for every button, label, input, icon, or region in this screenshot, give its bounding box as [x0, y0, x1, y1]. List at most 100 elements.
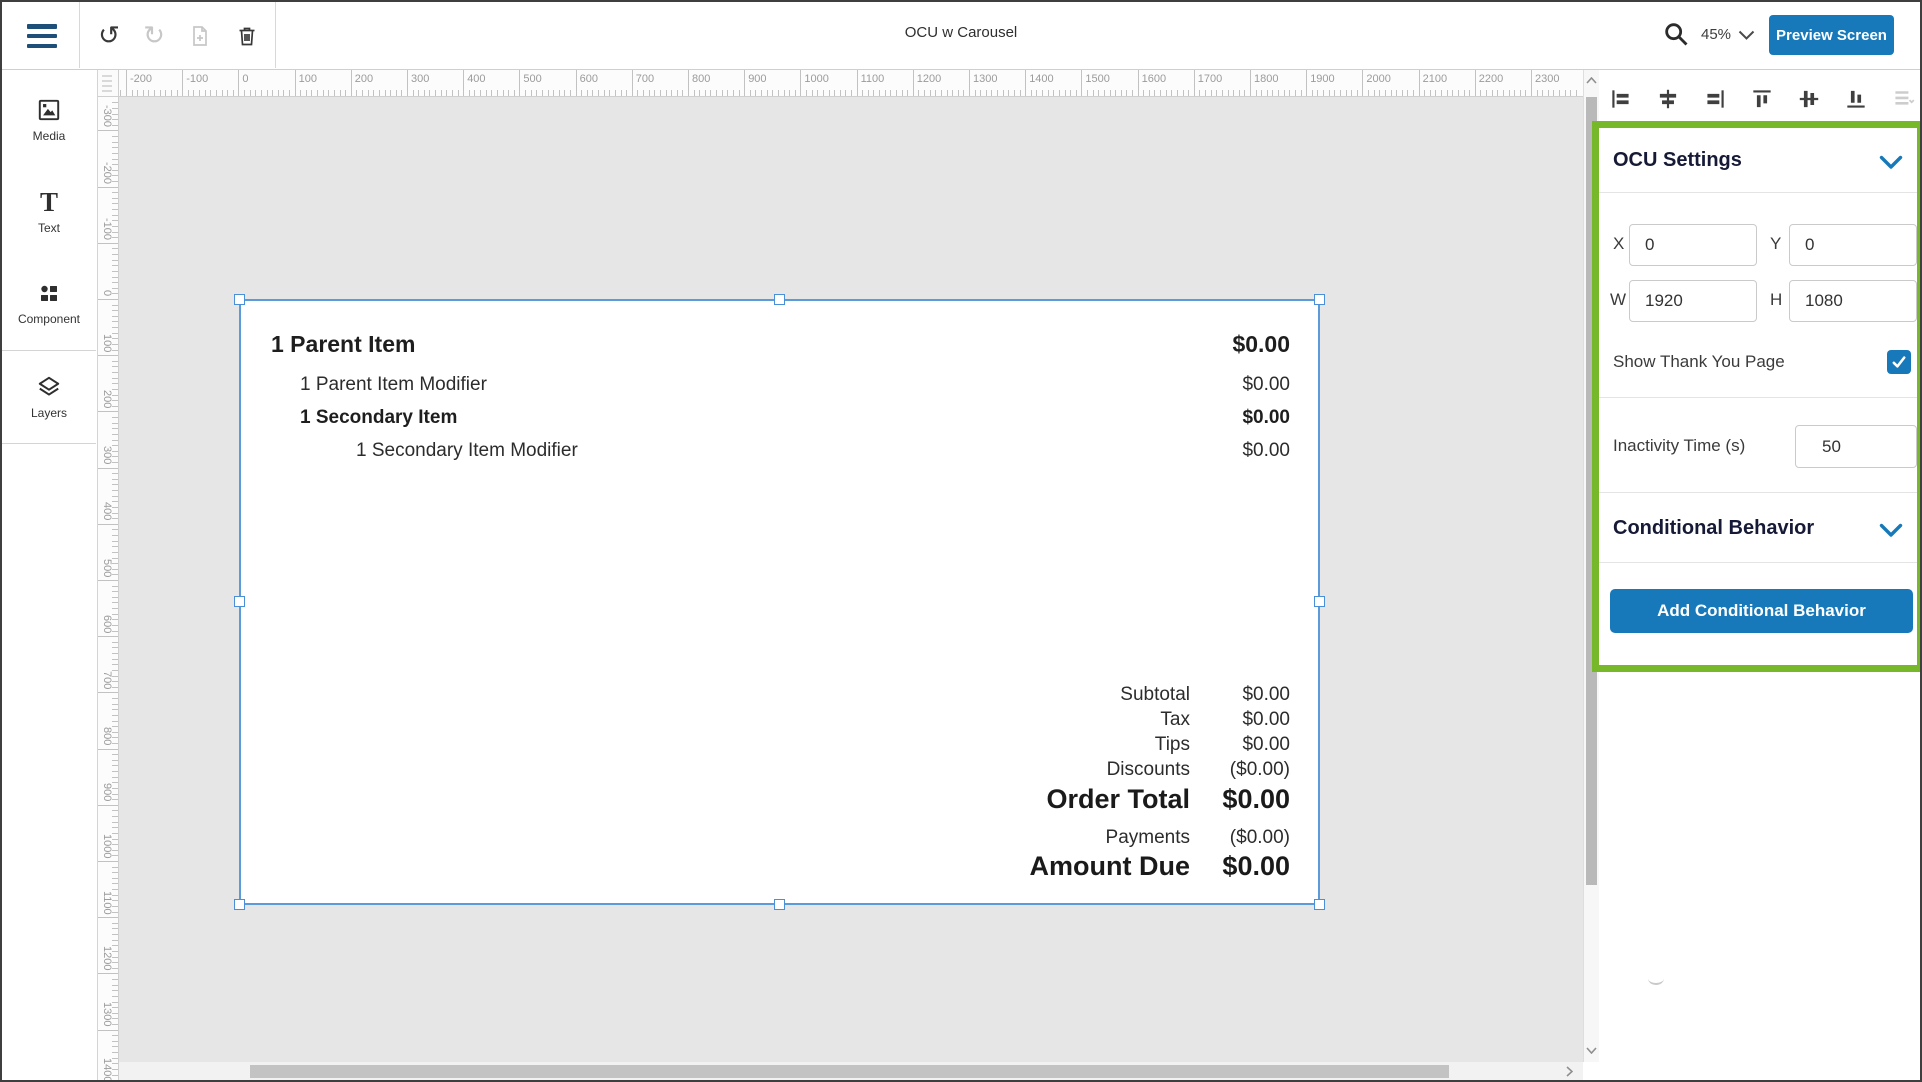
scroll-up-icon[interactable]: [1584, 74, 1598, 86]
redo-button[interactable]: ↻: [139, 21, 169, 51]
ruler-minor-tick: [112, 271, 118, 272]
ruler-minor-tick: [1278, 90, 1279, 96]
ruler-major-tick: [98, 130, 118, 131]
align-bottom-button[interactable]: [1841, 84, 1871, 114]
top-toolbar: ↺ ↻ OCU w Carousel 45% Preview Scre: [2, 2, 1920, 70]
ruler-minor-tick: [112, 659, 118, 660]
ruler-minor-tick: [112, 153, 118, 154]
ruler-minor-tick: [112, 664, 118, 665]
ruler-minor-tick: [272, 90, 273, 96]
ruler-minor-tick: [424, 90, 425, 96]
selection-handle-sw[interactable]: [234, 899, 245, 910]
ruler-minor-tick: [112, 198, 118, 199]
receipt-total-row: Payments ($0.00): [601, 827, 1290, 849]
scroll-right-icon[interactable]: [1562, 1065, 1576, 1078]
ruler-minor-tick: [112, 440, 118, 441]
distribute-button[interactable]: [1888, 84, 1918, 114]
ruler-minor-tick: [548, 90, 549, 96]
sidebar-item-layers[interactable]: Layers: [2, 351, 96, 444]
ruler-minor-tick: [1497, 90, 1498, 96]
selection-handle-w[interactable]: [234, 596, 245, 607]
vertical-scrollbar-thumb[interactable]: [1586, 97, 1597, 885]
x-input[interactable]: [1629, 224, 1757, 266]
undo-icon: ↺: [98, 23, 120, 49]
ruler-minor-tick: [283, 90, 284, 96]
ruler-label: 1000: [804, 73, 828, 85]
ruler-minor-tick: [112, 704, 118, 705]
ruler-minor-tick: [311, 90, 312, 96]
y-input[interactable]: [1789, 224, 1917, 266]
ruler-minor-tick: [112, 788, 118, 789]
inactivity-time-input[interactable]: [1795, 425, 1917, 468]
scroll-down-icon[interactable]: [1584, 1044, 1598, 1056]
selection-handle-e[interactable]: [1314, 596, 1325, 607]
zoom-level-value[interactable]: 45%: [1701, 26, 1731, 43]
selection-handle-ne[interactable]: [1314, 294, 1325, 305]
ruler-minor-tick: [112, 681, 118, 682]
ruler-minor-tick: [112, 220, 118, 221]
horizontal-scrollbar-thumb[interactable]: [250, 1065, 1449, 1078]
ruler-minor-tick: [705, 90, 706, 96]
h-input[interactable]: [1789, 280, 1917, 322]
ruler-minor-tick: [879, 90, 880, 96]
ruler-major-tick: [98, 973, 118, 974]
preview-screen-button[interactable]: Preview Screen: [1769, 15, 1894, 55]
add-conditional-behavior-button[interactable]: Add Conditional Behavior: [1610, 589, 1913, 633]
receipt-total-row: Discounts ($0.00): [601, 759, 1290, 781]
conditional-behavior-collapse-chevron-icon[interactable]: [1879, 523, 1903, 538]
delete-button[interactable]: [232, 21, 262, 51]
ruler-minor-tick: [1480, 90, 1481, 96]
ruler-major-tick: [98, 1030, 118, 1031]
align-top-button[interactable]: [1747, 84, 1777, 114]
selection-handle-nw[interactable]: [234, 294, 245, 305]
item-price: $0.00: [1232, 331, 1290, 358]
w-input[interactable]: [1629, 280, 1757, 322]
ruler-minor-tick: [112, 698, 118, 699]
ruler-minor-tick: [112, 810, 118, 811]
sidebar-item-media[interactable]: Media: [2, 74, 96, 167]
ruler-minor-tick: [112, 945, 118, 946]
ruler-minor-tick: [1171, 90, 1172, 96]
ruler-minor-tick: [112, 1069, 118, 1070]
ruler-label: 600: [101, 601, 113, 633]
align-right-button[interactable]: [1700, 84, 1730, 114]
ruler-minor-tick: [1492, 90, 1493, 96]
ocu-settings-collapse-chevron-icon[interactable]: [1879, 155, 1903, 170]
new-page-button[interactable]: [185, 21, 215, 51]
zoom-tool-button[interactable]: [1661, 19, 1691, 49]
sidebar-item-text[interactable]: T Text: [2, 166, 96, 259]
ruler-minor-tick: [1413, 90, 1414, 96]
ocu-receipt-component[interactable]: 1 Parent Item $0.00 1 Parent Item Modifi…: [239, 299, 1320, 905]
receipt-item-row: 1 Parent Item Modifier $0.00: [300, 374, 1290, 396]
ruler-minor-tick: [112, 912, 118, 913]
sidebar-item-component[interactable]: Component: [2, 258, 96, 351]
ruler-label: 300: [101, 433, 113, 465]
align-left-button[interactable]: [1606, 84, 1636, 114]
ruler-label: 700: [101, 657, 113, 689]
show-thank-you-checkbox[interactable]: [1887, 350, 1911, 374]
ruler-minor-tick: [1233, 90, 1234, 96]
undo-button[interactable]: ↺: [94, 21, 124, 51]
ruler-minor-tick: [677, 90, 678, 96]
align-center-horizontal-button[interactable]: [1653, 84, 1683, 114]
selection-handle-n[interactable]: [774, 294, 785, 305]
ruler-minor-tick: [112, 962, 118, 963]
ruler-major-tick: [1081, 69, 1082, 96]
ruler-minor-tick: [148, 90, 149, 96]
ruler-major-tick: [1250, 69, 1251, 96]
align-center-vertical-button[interactable]: [1794, 84, 1824, 114]
ruler-minor-tick: [112, 378, 118, 379]
zoom-dropdown-chevron-icon[interactable]: [1738, 30, 1755, 41]
ruler-minor-tick: [1464, 90, 1465, 96]
ruler-minor-tick: [112, 591, 118, 592]
selection-handle-se[interactable]: [1314, 899, 1325, 910]
design-canvas[interactable]: 1 Parent Item $0.00 1 Parent Item Modifi…: [119, 97, 1583, 1062]
ruler-minor-tick: [112, 1052, 118, 1053]
ruler-horizontal: -200-10001002003004005006007008009001000…: [119, 69, 1583, 97]
ruler-minor-tick: [112, 597, 118, 598]
selection-handle-s[interactable]: [774, 899, 785, 910]
ruler-major-tick: [1362, 69, 1363, 96]
ruler-minor-tick: [1424, 90, 1425, 96]
total-value: ($0.00): [1190, 827, 1290, 849]
hamburger-menu-icon[interactable]: [27, 24, 57, 48]
